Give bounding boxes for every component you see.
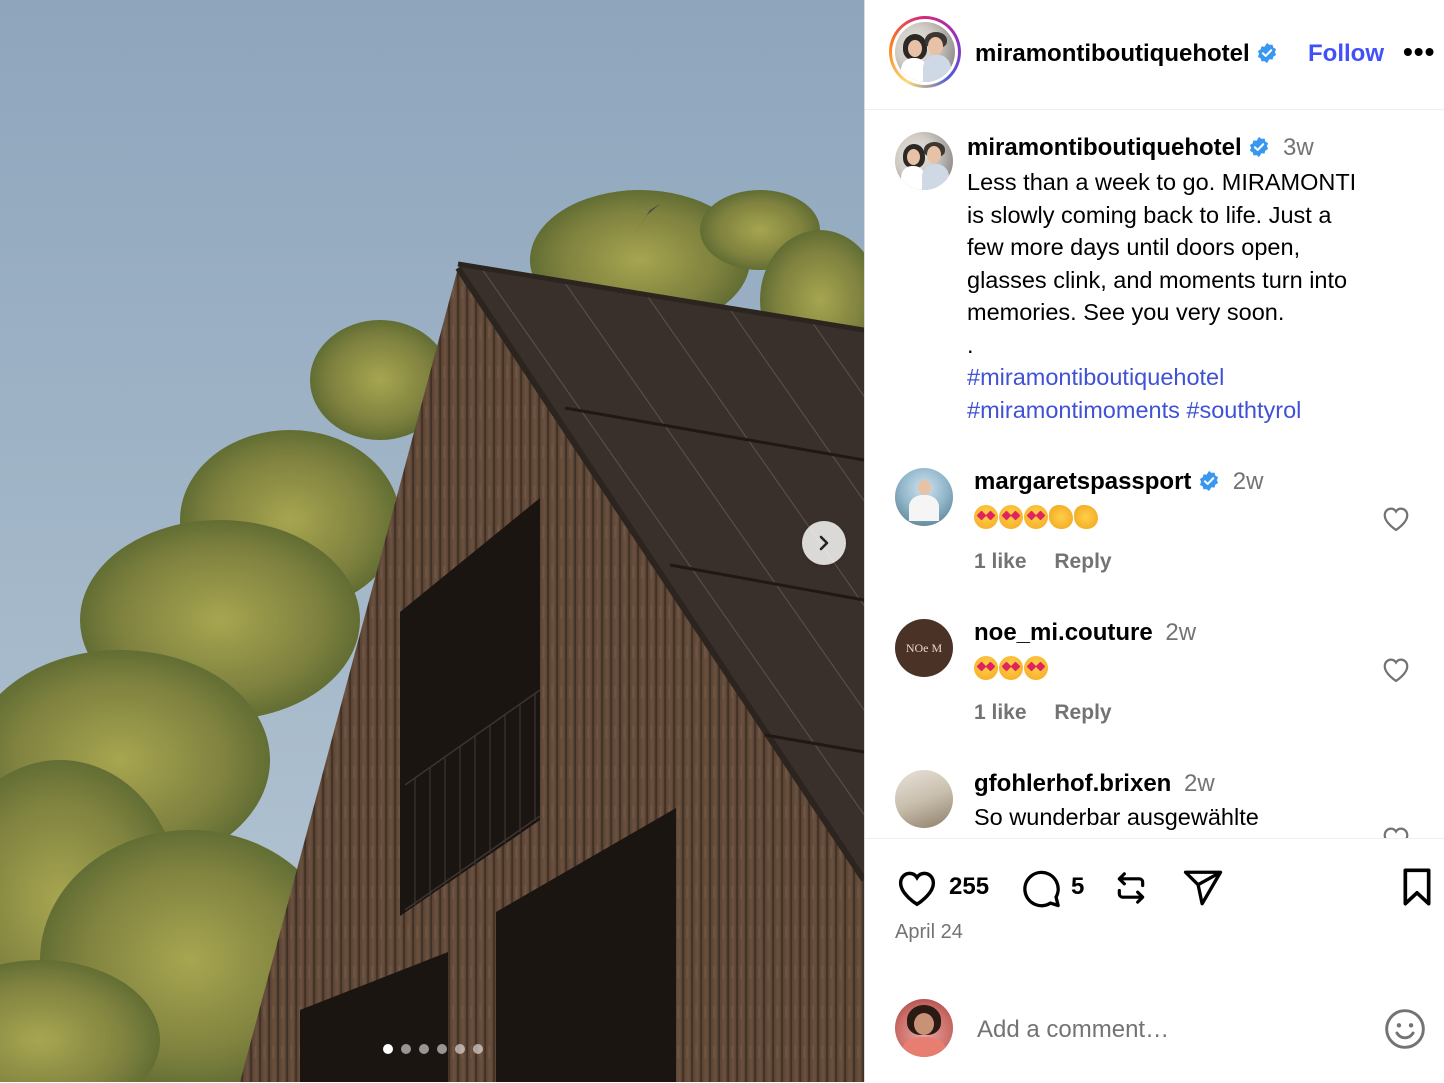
caption-line: memories. See you very soon. — [967, 299, 1285, 325]
heart-eyes-emoji-icon — [974, 655, 998, 680]
comment-meta: 1 like Reply — [974, 701, 1134, 725]
story-ring[interactable] — [889, 16, 961, 88]
heart-eyes-emoji-icon — [999, 655, 1023, 680]
commenter-username[interactable]: noe_mi.couture 2w — [974, 619, 1196, 647]
post-header: miramontiboutiquehotel Follow ••• — [865, 0, 1444, 110]
comments-scroll-area[interactable]: miramontiboutiquehotel 3w Less than a we… — [865, 110, 1444, 838]
author-avatar — [895, 22, 955, 82]
chevron-right-icon — [819, 535, 829, 551]
hashtag-link[interactable]: #miramontimoments — [967, 397, 1180, 423]
reply-button[interactable]: Reply — [1054, 550, 1111, 573]
comment-age: 2w — [1184, 770, 1215, 797]
heart-eyes-emoji-icon — [974, 504, 998, 529]
carousel-dot — [473, 1044, 483, 1054]
comment-meta: 1 like Reply — [974, 550, 1134, 574]
hashtag-link[interactable]: #miramontiboutiquehotel — [967, 364, 1224, 390]
bookmark-icon[interactable] — [1399, 867, 1435, 907]
author-username[interactable]: miramontiboutiquehotel — [975, 40, 1278, 68]
comment-age: 2w — [1165, 619, 1197, 646]
carousel-dot — [383, 1044, 393, 1054]
caption-line: is slowly coming back to life. Just a — [967, 201, 1332, 228]
comment-emoji — [974, 653, 1049, 680]
commenter-username[interactable]: margaretspassport 2w — [974, 468, 1263, 496]
carousel-dot — [401, 1044, 411, 1054]
clapping-hands-emoji-icon — [1049, 504, 1073, 529]
caption-author-avatar[interactable] — [895, 132, 953, 190]
carousel-dot — [437, 1044, 447, 1054]
heart-eyes-emoji-icon — [1024, 655, 1048, 680]
verified-badge-icon — [1258, 42, 1277, 64]
comment-like-heart-icon[interactable] — [1381, 655, 1411, 683]
comment-item: margaretspassport 2w 1 like Reply — [895, 466, 1435, 606]
repost-icon[interactable] — [1111, 867, 1151, 909]
next-image-button[interactable] — [802, 521, 846, 565]
comment-item: gfohlerhof.brixen 2w So wunderbar ausgew… — [895, 768, 1435, 838]
comments-count: 5 — [1071, 873, 1085, 900]
verified-badge-icon — [1250, 136, 1269, 158]
comment-likes[interactable]: 1 like — [974, 701, 1027, 724]
commenter-avatar[interactable] — [895, 468, 953, 526]
carousel-dot — [419, 1044, 429, 1054]
likes-count[interactable]: 255 — [949, 873, 989, 901]
comment-like-heart-icon[interactable] — [1381, 504, 1411, 532]
emoji-smiley-icon[interactable] — [1383, 1007, 1427, 1051]
commenter-username[interactable]: gfohlerhof.brixen 2w — [974, 770, 1215, 798]
reply-button[interactable]: Reply — [1054, 701, 1111, 724]
post-media[interactable] — [0, 0, 864, 1082]
caption-line: few more days until doors open, — [967, 234, 1301, 260]
carousel-dot — [455, 1044, 465, 1054]
verified-badge-icon — [1200, 470, 1219, 492]
heart-eyes-emoji-icon — [999, 504, 1023, 529]
heart-eyes-emoji-icon — [1024, 504, 1048, 529]
more-options-button[interactable]: ••• — [1403, 36, 1435, 68]
caption-username[interactable]: miramontiboutiquehotel 3w — [967, 134, 1314, 162]
caption-line: . — [967, 331, 974, 358]
carousel-indicator — [383, 1044, 483, 1054]
share-send-icon[interactable] — [1181, 867, 1225, 909]
comment-input[interactable] — [975, 1009, 1369, 1051]
hotel-photo — [0, 0, 864, 1082]
clapping-hands-emoji-icon — [1074, 504, 1098, 529]
comment-item: NOe M noe_mi.couture 2w 1 like Reply — [895, 617, 1435, 757]
commenter-avatar[interactable] — [895, 770, 953, 828]
post-actions: 255 5 April 24 — [865, 838, 1444, 1082]
comment-like-heart-icon[interactable] — [1381, 824, 1411, 838]
hashtag-link[interactable]: #southtyrol — [1186, 397, 1301, 423]
caption-age: 3w — [1283, 134, 1314, 161]
add-comment-bar — [865, 979, 1444, 1083]
commenter-avatar[interactable]: NOe M — [895, 619, 953, 677]
caption-line: glasses clink, and moments turn into — [967, 266, 1348, 293]
comment-age: 2w — [1232, 468, 1264, 495]
comment-text: So wunderbar ausgewählte — [974, 804, 1259, 830]
current-user-avatar[interactable] — [895, 999, 953, 1057]
comment-likes[interactable]: 1 like — [974, 550, 1027, 573]
caption-text: Less than a week to go. MIRAMONTI is slo… — [967, 166, 1407, 426]
post-sidebar: miramontiboutiquehotel Follow ••• miramo — [864, 0, 1444, 1082]
post-date[interactable]: April 24 — [895, 921, 963, 944]
comment-bubble-icon[interactable] — [1019, 867, 1063, 909]
comment-emoji — [974, 502, 1099, 529]
like-heart-icon[interactable] — [895, 867, 939, 907]
caption-line: Less than a week to go. MIRAMONTI — [967, 169, 1357, 195]
follow-button[interactable]: Follow — [1308, 40, 1384, 68]
